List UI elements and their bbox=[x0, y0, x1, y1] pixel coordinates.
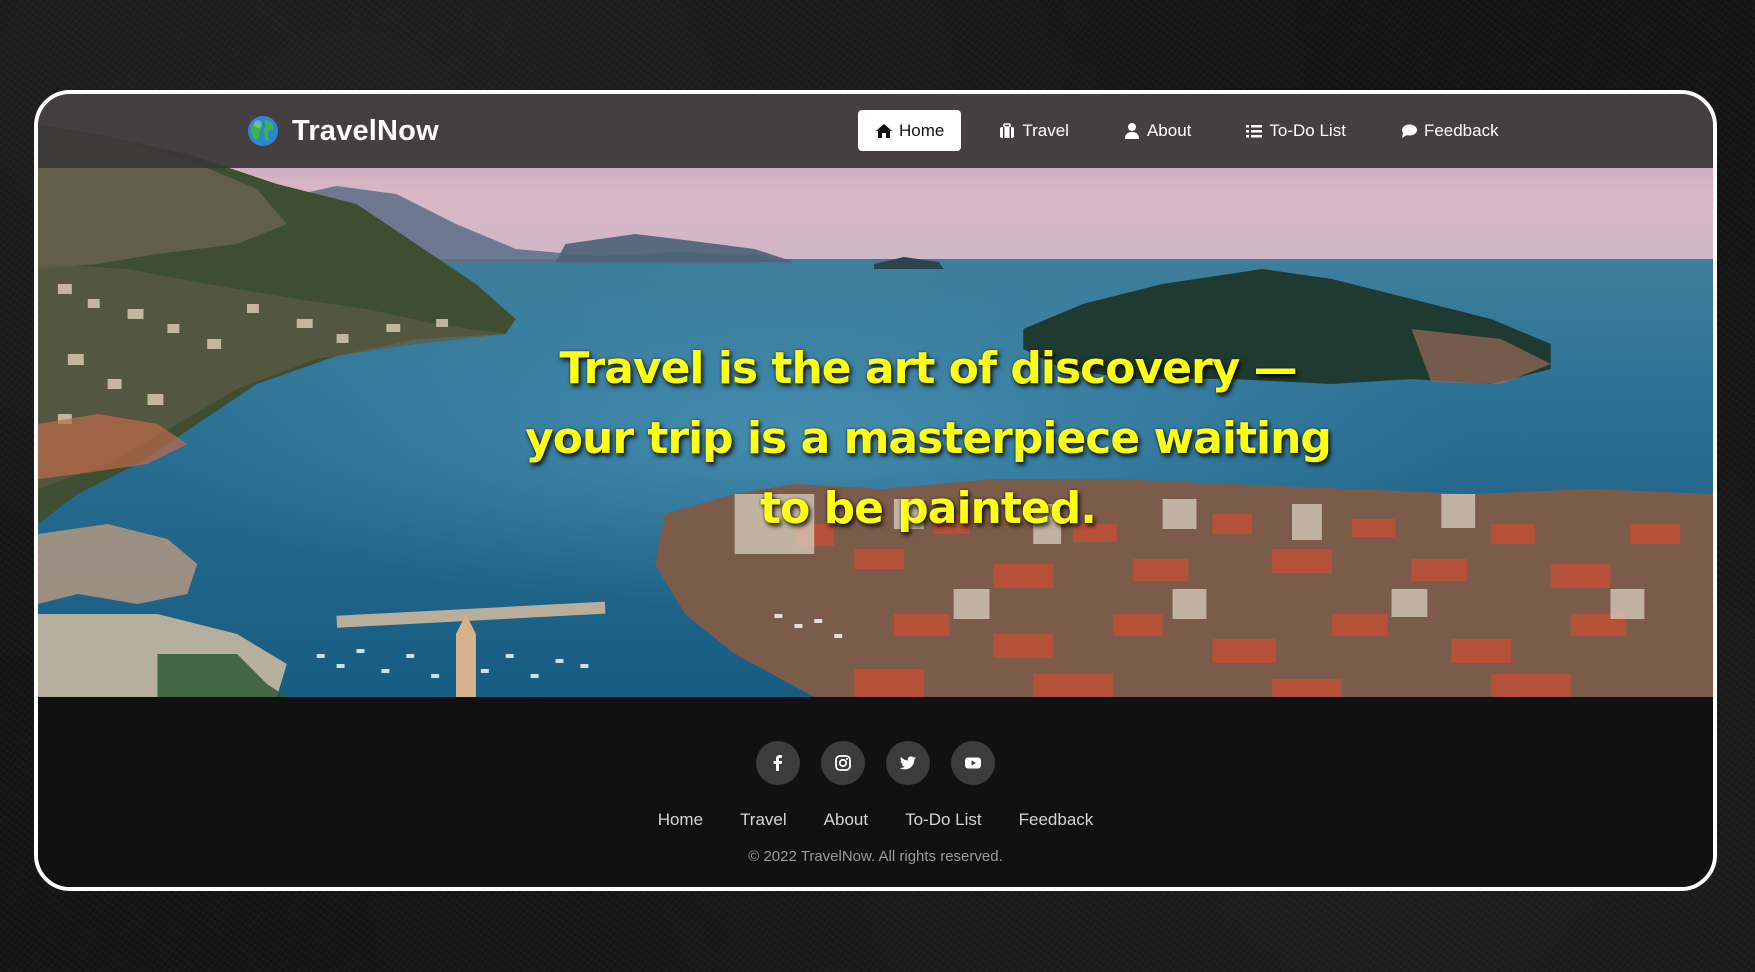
footer-link-todo[interactable]: To-Do List bbox=[905, 810, 982, 830]
hero-quote-line-1: Travel is the art of discovery — bbox=[559, 343, 1297, 394]
nav-about[interactable]: About bbox=[1106, 110, 1208, 151]
nav-about-label: About bbox=[1146, 120, 1192, 140]
nav-home[interactable]: Home bbox=[858, 110, 962, 151]
app-window: TravelNow Home Travel About To-Do List F… bbox=[34, 90, 1717, 891]
hero-quote: Travel is the art of discovery — your tr… bbox=[428, 334, 1428, 544]
nav-travel[interactable]: Travel bbox=[981, 110, 1086, 151]
globe-icon bbox=[248, 116, 278, 146]
hero-quote-line-3: to be painted. bbox=[760, 483, 1097, 534]
nav-feedback[interactable]: Feedback bbox=[1383, 110, 1516, 151]
home-icon bbox=[876, 123, 892, 138]
brand[interactable]: TravelNow bbox=[246, 114, 439, 148]
nav-todo[interactable]: To-Do List bbox=[1228, 110, 1363, 151]
twitter-button[interactable] bbox=[886, 741, 930, 785]
top-navbar: TravelNow Home Travel About To-Do List F… bbox=[38, 94, 1713, 168]
footer-link-travel[interactable]: Travel bbox=[740, 810, 787, 830]
list-icon bbox=[1246, 124, 1263, 137]
facebook-icon bbox=[773, 755, 782, 771]
nav-feedback-label: Feedback bbox=[1423, 120, 1499, 140]
hero-section: TravelNow Home Travel About To-Do List F… bbox=[38, 94, 1713, 697]
youtube-icon bbox=[965, 757, 981, 769]
user-icon bbox=[1124, 122, 1139, 139]
copyright-text: © 2022 TravelNow. All rights reserved. bbox=[748, 848, 1003, 865]
nav-home-label: Home bbox=[899, 120, 945, 140]
main-nav: Home Travel About To-Do List Feedback bbox=[858, 110, 1516, 151]
facebook-button[interactable] bbox=[756, 741, 800, 785]
suitcase-icon bbox=[1000, 122, 1015, 138]
youtube-button[interactable] bbox=[951, 741, 995, 785]
footer-link-feedback[interactable]: Feedback bbox=[1019, 810, 1094, 830]
hero-quote-line-2: your trip is a masterpiece waiting bbox=[525, 413, 1332, 464]
nav-travel-label: Travel bbox=[1022, 120, 1069, 140]
site-footer: Home Travel About To-Do List Feedback © … bbox=[38, 697, 1713, 887]
nav-todo-label: To-Do List bbox=[1269, 120, 1346, 140]
social-links bbox=[38, 741, 1713, 785]
footer-link-about[interactable]: About bbox=[824, 810, 868, 830]
instagram-icon bbox=[835, 755, 851, 771]
instagram-button[interactable] bbox=[821, 741, 865, 785]
footer-link-home[interactable]: Home bbox=[658, 810, 703, 830]
twitter-icon bbox=[899, 756, 916, 770]
brand-name: TravelNow bbox=[292, 114, 439, 147]
footer-links: Home Travel About To-Do List Feedback bbox=[38, 810, 1713, 830]
comment-icon bbox=[1401, 124, 1417, 138]
